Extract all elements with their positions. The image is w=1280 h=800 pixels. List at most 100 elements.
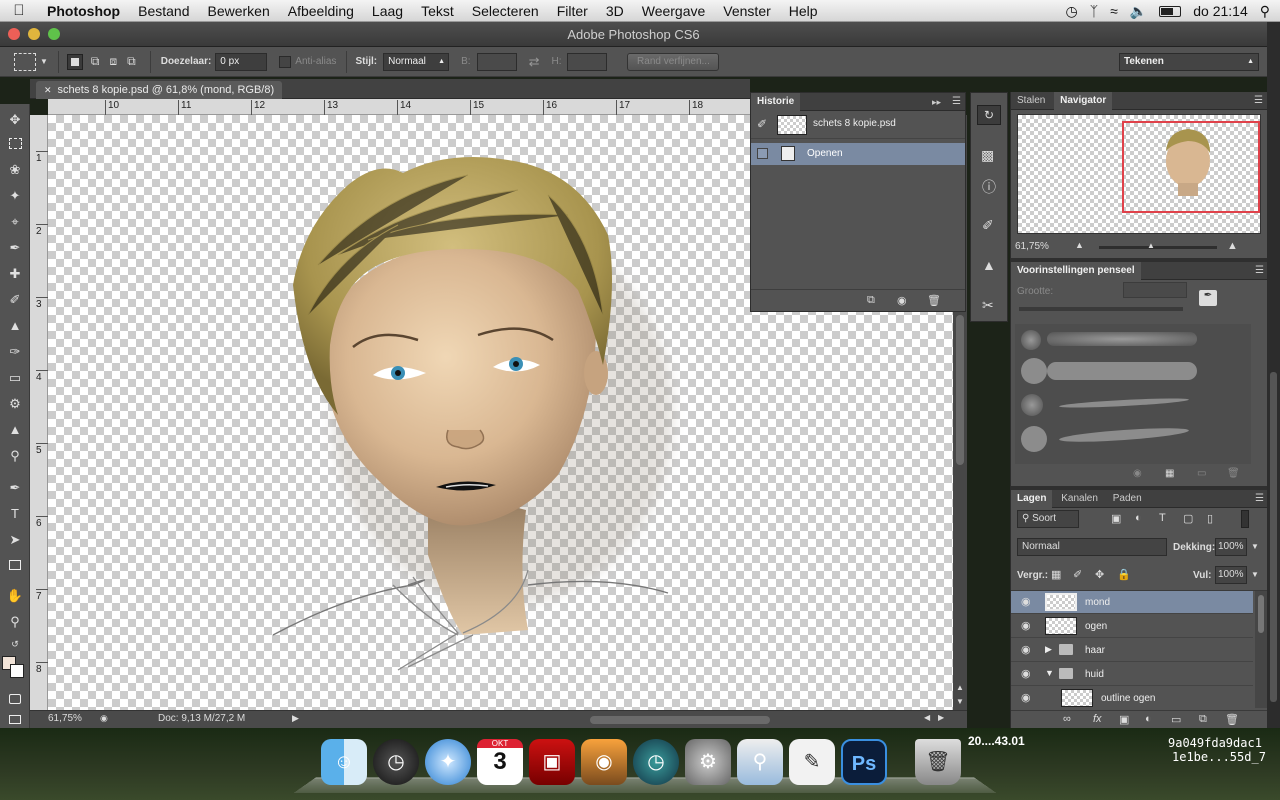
zoom-readout[interactable]: 61,75% (48, 713, 82, 724)
path-select-tool-icon[interactable]: ➤ (5, 530, 25, 550)
tab-stalen[interactable]: Stalen (1011, 92, 1051, 110)
desktop-file-label[interactable]: 9a049fda9dac1 (1168, 736, 1262, 750)
zoom-in-icon[interactable]: ▲ (1227, 240, 1238, 252)
marquee-preset-icon[interactable] (14, 52, 36, 71)
zoom-slider[interactable] (1099, 246, 1217, 249)
lock-transparency-icon[interactable]: ▦ (1051, 568, 1061, 581)
lock-all-icon[interactable]: 🔒 (1117, 568, 1131, 581)
menu-photoshop[interactable]: Photoshop (38, 0, 129, 22)
blend-mode-select[interactable]: Normaal (1017, 538, 1167, 556)
fill-dropdown-icon[interactable]: ▼ (1251, 570, 1259, 579)
quick-mask-icon[interactable] (5, 690, 25, 710)
apple-menu-icon[interactable]:  (0, 2, 38, 19)
scroll-down-icon[interactable]: ▼ (956, 697, 964, 706)
add-mask-icon[interactable]: ▣ (1119, 713, 1129, 726)
brush-tool-icon[interactable]: ✐ (5, 290, 25, 310)
history-snapshot-row[interactable]: ✐ schets 8 kopie.psd (751, 111, 965, 139)
delete-layer-icon[interactable]: 🗑 (1225, 713, 1239, 726)
bluetooth-icon[interactable]: ᛉ (1090, 3, 1098, 19)
info-panel-icon[interactable]: ⓘ (982, 177, 996, 197)
fill-input[interactable]: 100% (1215, 566, 1247, 584)
dodge-tool-icon[interactable]: ⚲ (5, 446, 25, 466)
swap-colors-icon[interactable]: ↺ (5, 634, 25, 654)
healing-brush-tool-icon[interactable]: ✚ (5, 264, 25, 284)
layer-name[interactable]: haar (1085, 645, 1105, 656)
clone-stamp-tool-icon[interactable]: ▲ (5, 316, 25, 336)
scroll-up-icon[interactable]: ▲ (956, 683, 964, 692)
refine-edge-button[interactable]: Rand verfijnen... (627, 52, 720, 71)
history-brush-tool-icon[interactable]: ✑ (5, 342, 25, 362)
toggle-brush-panel-icon[interactable]: ✒ (1199, 290, 1217, 306)
screen-mode-icon[interactable] (5, 710, 25, 730)
brush-preset-item[interactable] (1021, 394, 1043, 416)
visibility-eye-icon[interactable]: ◉ (1021, 691, 1035, 705)
menu-selecteren[interactable]: Selecteren (463, 0, 548, 22)
brush-preset-item[interactable] (1021, 426, 1047, 452)
preview-icon[interactable]: ⚲ (737, 739, 783, 785)
zoom-window-button[interactable] (48, 28, 60, 40)
scroll-right-icon[interactable]: ▶ (938, 713, 944, 722)
pen-tool-icon[interactable]: ✒ (5, 478, 25, 498)
navigator-view-box[interactable] (1122, 121, 1260, 213)
volume-icon[interactable]: 🔈 (1130, 3, 1147, 20)
menu-weergave[interactable]: Weergave (633, 0, 715, 22)
visibility-eye-icon[interactable]: ◉ (1021, 595, 1035, 609)
filter-toggle[interactable] (1241, 510, 1249, 528)
new-layer-icon[interactable]: ⧉ (1199, 713, 1207, 726)
layer-name[interactable]: outline ogen (1101, 693, 1156, 704)
layer-name[interactable]: mond (1085, 597, 1110, 608)
new-group-icon[interactable]: ▭ (1171, 713, 1181, 726)
visibility-eye-icon[interactable]: ◉ (1021, 667, 1035, 681)
iphoto-icon[interactable]: ◉ (581, 739, 627, 785)
lock-pixels-icon[interactable]: ✐ (1073, 568, 1082, 581)
dashboard-icon[interactable]: ◷ (373, 739, 419, 785)
document-tab[interactable]: ✕ schets 8 kopie.psd @ 61,8% (mond, RGB/8… (36, 81, 283, 99)
feather-input[interactable]: 0 px (215, 52, 268, 71)
link-layers-icon[interactable]: ∞ (1063, 713, 1071, 725)
history-source-checkbox[interactable] (757, 148, 768, 159)
photo-booth-icon[interactable]: ▣ (529, 739, 575, 785)
height-input[interactable] (567, 52, 608, 71)
layer-row-ogen[interactable]: ◉ ogen (1011, 615, 1253, 638)
preset-dropdown-icon[interactable]: ▼ (40, 57, 48, 66)
add-selection-icon[interactable]: ⧉ (91, 54, 100, 69)
system-preferences-icon[interactable]: ⚙ (685, 739, 731, 785)
delete-brush-icon[interactable]: 🗑 (1227, 468, 1240, 479)
layer-filter-select[interactable]: ⚲ Soort (1017, 510, 1079, 528)
battery-icon[interactable] (1159, 5, 1182, 17)
menu-filter[interactable]: Filter (548, 0, 597, 22)
swap-icon[interactable]: ⇄ (529, 54, 540, 70)
panel-menu-icon[interactable]: ☰ (952, 93, 961, 111)
menu-bewerken[interactable]: Bewerken (198, 0, 278, 22)
eraser-tool-icon[interactable]: ▭ (5, 368, 25, 388)
visibility-eye-icon[interactable]: ◉ (1021, 643, 1035, 657)
filter-type-icon[interactable]: T (1159, 512, 1166, 524)
brush-size-input[interactable] (1123, 282, 1187, 298)
brush-preset-item[interactable] (1021, 330, 1041, 350)
tab-layers[interactable]: Lagen (1011, 490, 1053, 508)
tab-brush-presets[interactable]: Voorinstellingen penseel (1011, 262, 1141, 280)
properties-panel-icon[interactable]: ▩ (981, 147, 994, 164)
history-state-row[interactable]: Openen (751, 143, 965, 165)
zoom-slider-thumb[interactable]: ▲ (1147, 241, 1155, 250)
brush-size-slider[interactable] (1019, 307, 1183, 311)
zoom-out-icon[interactable]: ▲ (1075, 240, 1084, 250)
layer-row-haar[interactable]: ◉ ▶ haar (1011, 639, 1253, 662)
visibility-eye-icon[interactable]: ◉ (1021, 619, 1035, 633)
opacity-dropdown-icon[interactable]: ▼ (1251, 542, 1259, 551)
collapse-panel-icon[interactable]: ▸▸ (932, 93, 941, 111)
zoom-tool-icon[interactable]: ⚲ (5, 612, 25, 632)
style-select[interactable]: Normaal ▲ (383, 52, 450, 71)
textedit-icon[interactable]: ✎ (789, 739, 835, 785)
expand-group-icon[interactable]: ▶ (1045, 644, 1052, 655)
subtract-selection-icon[interactable]: ⧈ (110, 54, 118, 69)
quick-select-tool-icon[interactable]: ✦ (5, 186, 25, 206)
layer-style-icon[interactable]: fx (1093, 713, 1102, 725)
layer-row-huid[interactable]: ◉ ▼ huid (1011, 663, 1253, 686)
paint-bucket-tool-icon[interactable]: ⚙ (5, 394, 25, 414)
spotlight-icon[interactable]: ⚲ (1260, 3, 1270, 20)
horizontal-scrollbar[interactable] (590, 716, 770, 724)
menu-bestand[interactable]: Bestand (129, 0, 198, 22)
tab-paths[interactable]: Paden (1107, 490, 1148, 508)
lasso-tool-icon[interactable]: ❀ (5, 160, 25, 180)
